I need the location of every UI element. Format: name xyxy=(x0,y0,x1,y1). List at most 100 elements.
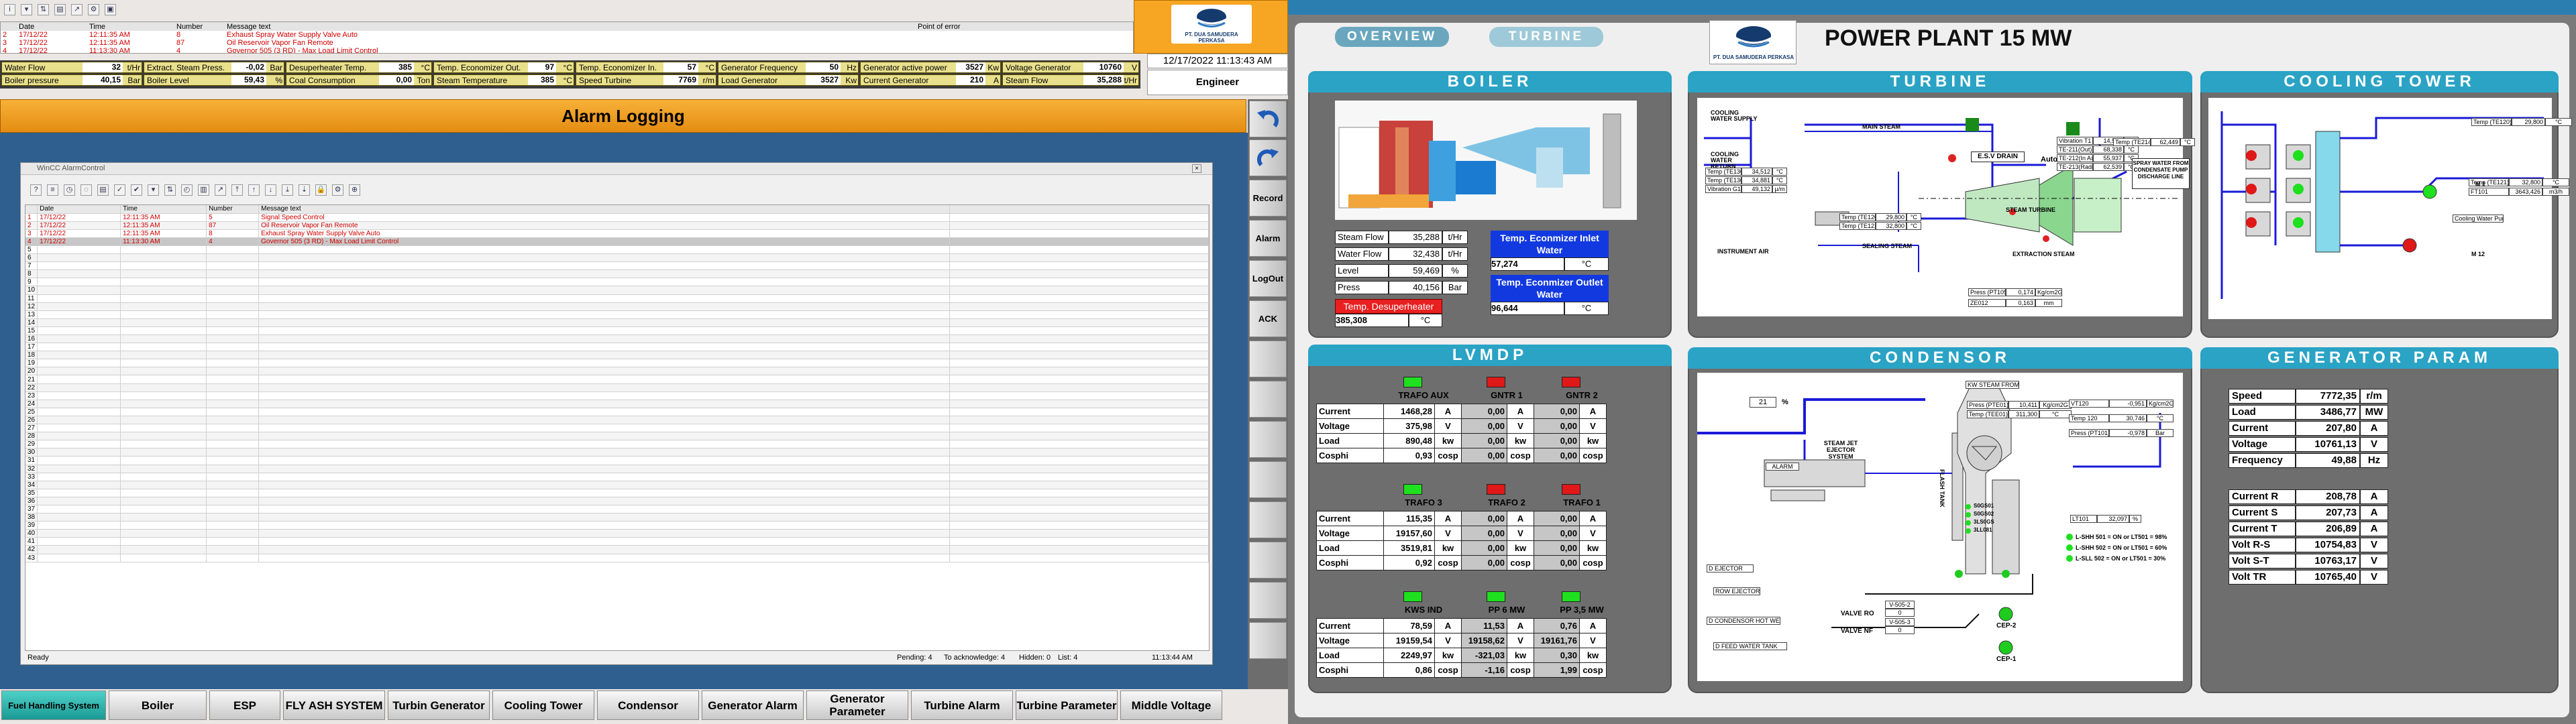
table-row[interactable]: 20 xyxy=(25,367,1209,376)
side-empty-7[interactable] xyxy=(1249,582,1287,619)
table-row[interactable]: 3 17/12/22 12:11:35 AM 87 Oil Reservoir Vapo… xyxy=(1,39,1133,47)
table-row[interactable]: 28 xyxy=(25,432,1209,441)
table-row[interactable]: 27 xyxy=(25,424,1209,433)
nav-generator-alarm[interactable]: Generator Alarm xyxy=(702,690,804,720)
table-row[interactable]: 18 xyxy=(25,351,1209,360)
table-row[interactable]: 32 xyxy=(25,465,1209,473)
table-row[interactable]: 4 17/12/22 11:13:30 AM 4 Governor 505 (3 RD)… xyxy=(1,47,1133,53)
side-empty-8[interactable] xyxy=(1249,622,1287,659)
table-row[interactable]: 7 xyxy=(25,261,1209,271)
table-row[interactable]: 38 xyxy=(25,513,1209,522)
help-icon[interactable]: ? xyxy=(30,184,42,196)
table-row[interactable]: 26 xyxy=(25,416,1209,425)
side-empty-2[interactable] xyxy=(1249,381,1287,418)
alarm-button[interactable]: Alarm xyxy=(1249,220,1287,257)
table-row[interactable]: 13 xyxy=(25,310,1209,319)
export-icon[interactable]: ↗ xyxy=(71,4,83,15)
lock-list-icon[interactable]: ▤ xyxy=(97,184,109,196)
settings-icon[interactable]: ⚙ xyxy=(88,4,99,15)
table-row[interactable]: 5 xyxy=(25,245,1209,255)
autoscroll-icon[interactable]: ⇣ xyxy=(299,184,310,196)
nav-fly-ash-system[interactable]: FLY ASH SYSTEM xyxy=(283,690,385,720)
nav-fuel-handling-system[interactable]: Fuel Handling System xyxy=(1,690,106,720)
table-row[interactable]: 8 xyxy=(25,269,1209,279)
close-icon[interactable]: × xyxy=(1192,164,1201,173)
next-icon[interactable]: ↓ xyxy=(265,184,276,196)
config-icon[interactable]: ⚙ xyxy=(332,184,343,196)
sort-icon[interactable]: ⇅ xyxy=(164,184,176,196)
table-row[interactable]: 29 xyxy=(25,440,1209,449)
nav-turbin-generator[interactable]: Turbin Generator xyxy=(388,690,490,720)
filter-icon[interactable]: ▾ xyxy=(148,184,159,196)
list-icon[interactable]: ≡ xyxy=(47,184,58,196)
table-row[interactable]: 25 xyxy=(25,408,1209,416)
tab-turbine[interactable]: TURBINE xyxy=(1489,27,1603,47)
tab-overview[interactable]: OVERVIEW xyxy=(1335,27,1449,47)
table-row[interactable]: 35 xyxy=(25,489,1209,497)
first-icon[interactable]: ⤒ xyxy=(231,184,243,196)
table-row[interactable]: 39 xyxy=(25,521,1209,530)
export-icon[interactable]: ↗ xyxy=(215,184,226,196)
table-row[interactable]: 19 xyxy=(25,359,1209,368)
side-empty-3[interactable] xyxy=(1249,421,1287,458)
nav-cooling-tower[interactable]: Cooling Tower xyxy=(492,690,594,720)
nav-condensor[interactable]: Condensor xyxy=(597,690,699,720)
table-row[interactable]: 2 17/12/22 12:11:35 AM 87 Oil Reservoir Vapo… xyxy=(25,221,1209,230)
last-icon[interactable]: ⤓ xyxy=(282,184,293,196)
side-empty-1[interactable] xyxy=(1249,341,1287,377)
undo-button[interactable] xyxy=(1249,101,1287,137)
print-icon[interactable]: ▤ xyxy=(54,4,66,15)
table-row[interactable]: 11 xyxy=(25,294,1209,303)
table-row[interactable]: 41 xyxy=(25,537,1209,546)
table-row[interactable]: 14 xyxy=(25,318,1209,327)
side-empty-5[interactable] xyxy=(1249,501,1287,538)
table-row[interactable]: 23 xyxy=(25,391,1209,400)
info-icon[interactable]: i xyxy=(4,4,15,15)
ack-button[interactable]: ACK xyxy=(1249,300,1287,337)
table-row[interactable]: 37 xyxy=(25,505,1209,514)
table-row[interactable]: 15 xyxy=(25,326,1209,336)
hidden-icon[interactable]: ◌ xyxy=(80,184,92,196)
table-row[interactable]: 31 xyxy=(25,456,1209,465)
side-empty-4[interactable] xyxy=(1249,461,1287,498)
time-base-icon[interactable]: ◴ xyxy=(181,184,193,196)
table-row[interactable]: 1 17/12/22 12:11:35 AM 5 Signal Speed Contro… xyxy=(25,213,1209,222)
table-row[interactable]: 2 17/12/22 12:11:35 AM 8 Exhaust Spray Water… xyxy=(1,31,1133,39)
print-icon[interactable]: ▥ xyxy=(198,184,209,196)
table-row[interactable]: 22 xyxy=(25,383,1209,392)
table-row[interactable]: 24 xyxy=(25,400,1209,408)
table-row[interactable]: 12 xyxy=(25,302,1209,311)
history-icon[interactable]: ◷ xyxy=(64,184,75,196)
table-row[interactable]: 30 xyxy=(25,448,1209,457)
table-row[interactable]: 3 17/12/22 12:11:35 AM 8 Exhaust Spray Water… xyxy=(25,229,1209,238)
table-row[interactable]: 10 xyxy=(25,286,1209,295)
table-row[interactable]: 17 xyxy=(25,343,1209,352)
nav-middle-voltage[interactable]: Middle Voltage xyxy=(1120,690,1222,720)
table-row[interactable]: 40 xyxy=(25,529,1209,538)
table-row[interactable]: 42 xyxy=(25,545,1209,554)
nav-boiler[interactable]: Boiler xyxy=(109,690,207,720)
table-row[interactable]: 4 17/12/22 11:13:30 AM 4 Governor 505 (3 RD)… xyxy=(25,237,1209,246)
filter-icon[interactable]: ▾ xyxy=(21,4,32,15)
table-row[interactable]: 36 xyxy=(25,497,1209,505)
table-row[interactable]: 9 xyxy=(25,278,1209,287)
sort-icon[interactable]: ⇅ xyxy=(38,4,49,15)
record-button[interactable]: Record xyxy=(1249,180,1287,217)
nav-generator-parameter[interactable]: Generator Parameter xyxy=(806,690,908,720)
table-row[interactable]: 21 xyxy=(25,375,1209,384)
nav-turbine-parameter[interactable]: Turbine Parameter xyxy=(1016,690,1118,720)
lock-icon[interactable]: ▣ xyxy=(105,4,116,15)
table-row[interactable]: 33 xyxy=(25,473,1209,481)
lock-icon[interactable]: 🔒 xyxy=(315,184,327,196)
connect-icon[interactable]: ⊕ xyxy=(349,184,360,196)
ack-single-icon[interactable]: ✓ xyxy=(114,184,125,196)
side-empty-6[interactable] xyxy=(1249,542,1287,579)
prev-icon[interactable]: ↑ xyxy=(248,184,260,196)
redo-button[interactable] xyxy=(1249,139,1287,176)
table-row[interactable]: 16 xyxy=(25,335,1209,344)
logout-button[interactable]: LogOut xyxy=(1249,260,1287,297)
nav-esp[interactable]: ESP xyxy=(209,690,280,720)
ack-group-icon[interactable]: ✔ xyxy=(131,184,142,196)
table-row[interactable]: 34 xyxy=(25,481,1209,489)
table-row[interactable]: 6 xyxy=(25,253,1209,263)
